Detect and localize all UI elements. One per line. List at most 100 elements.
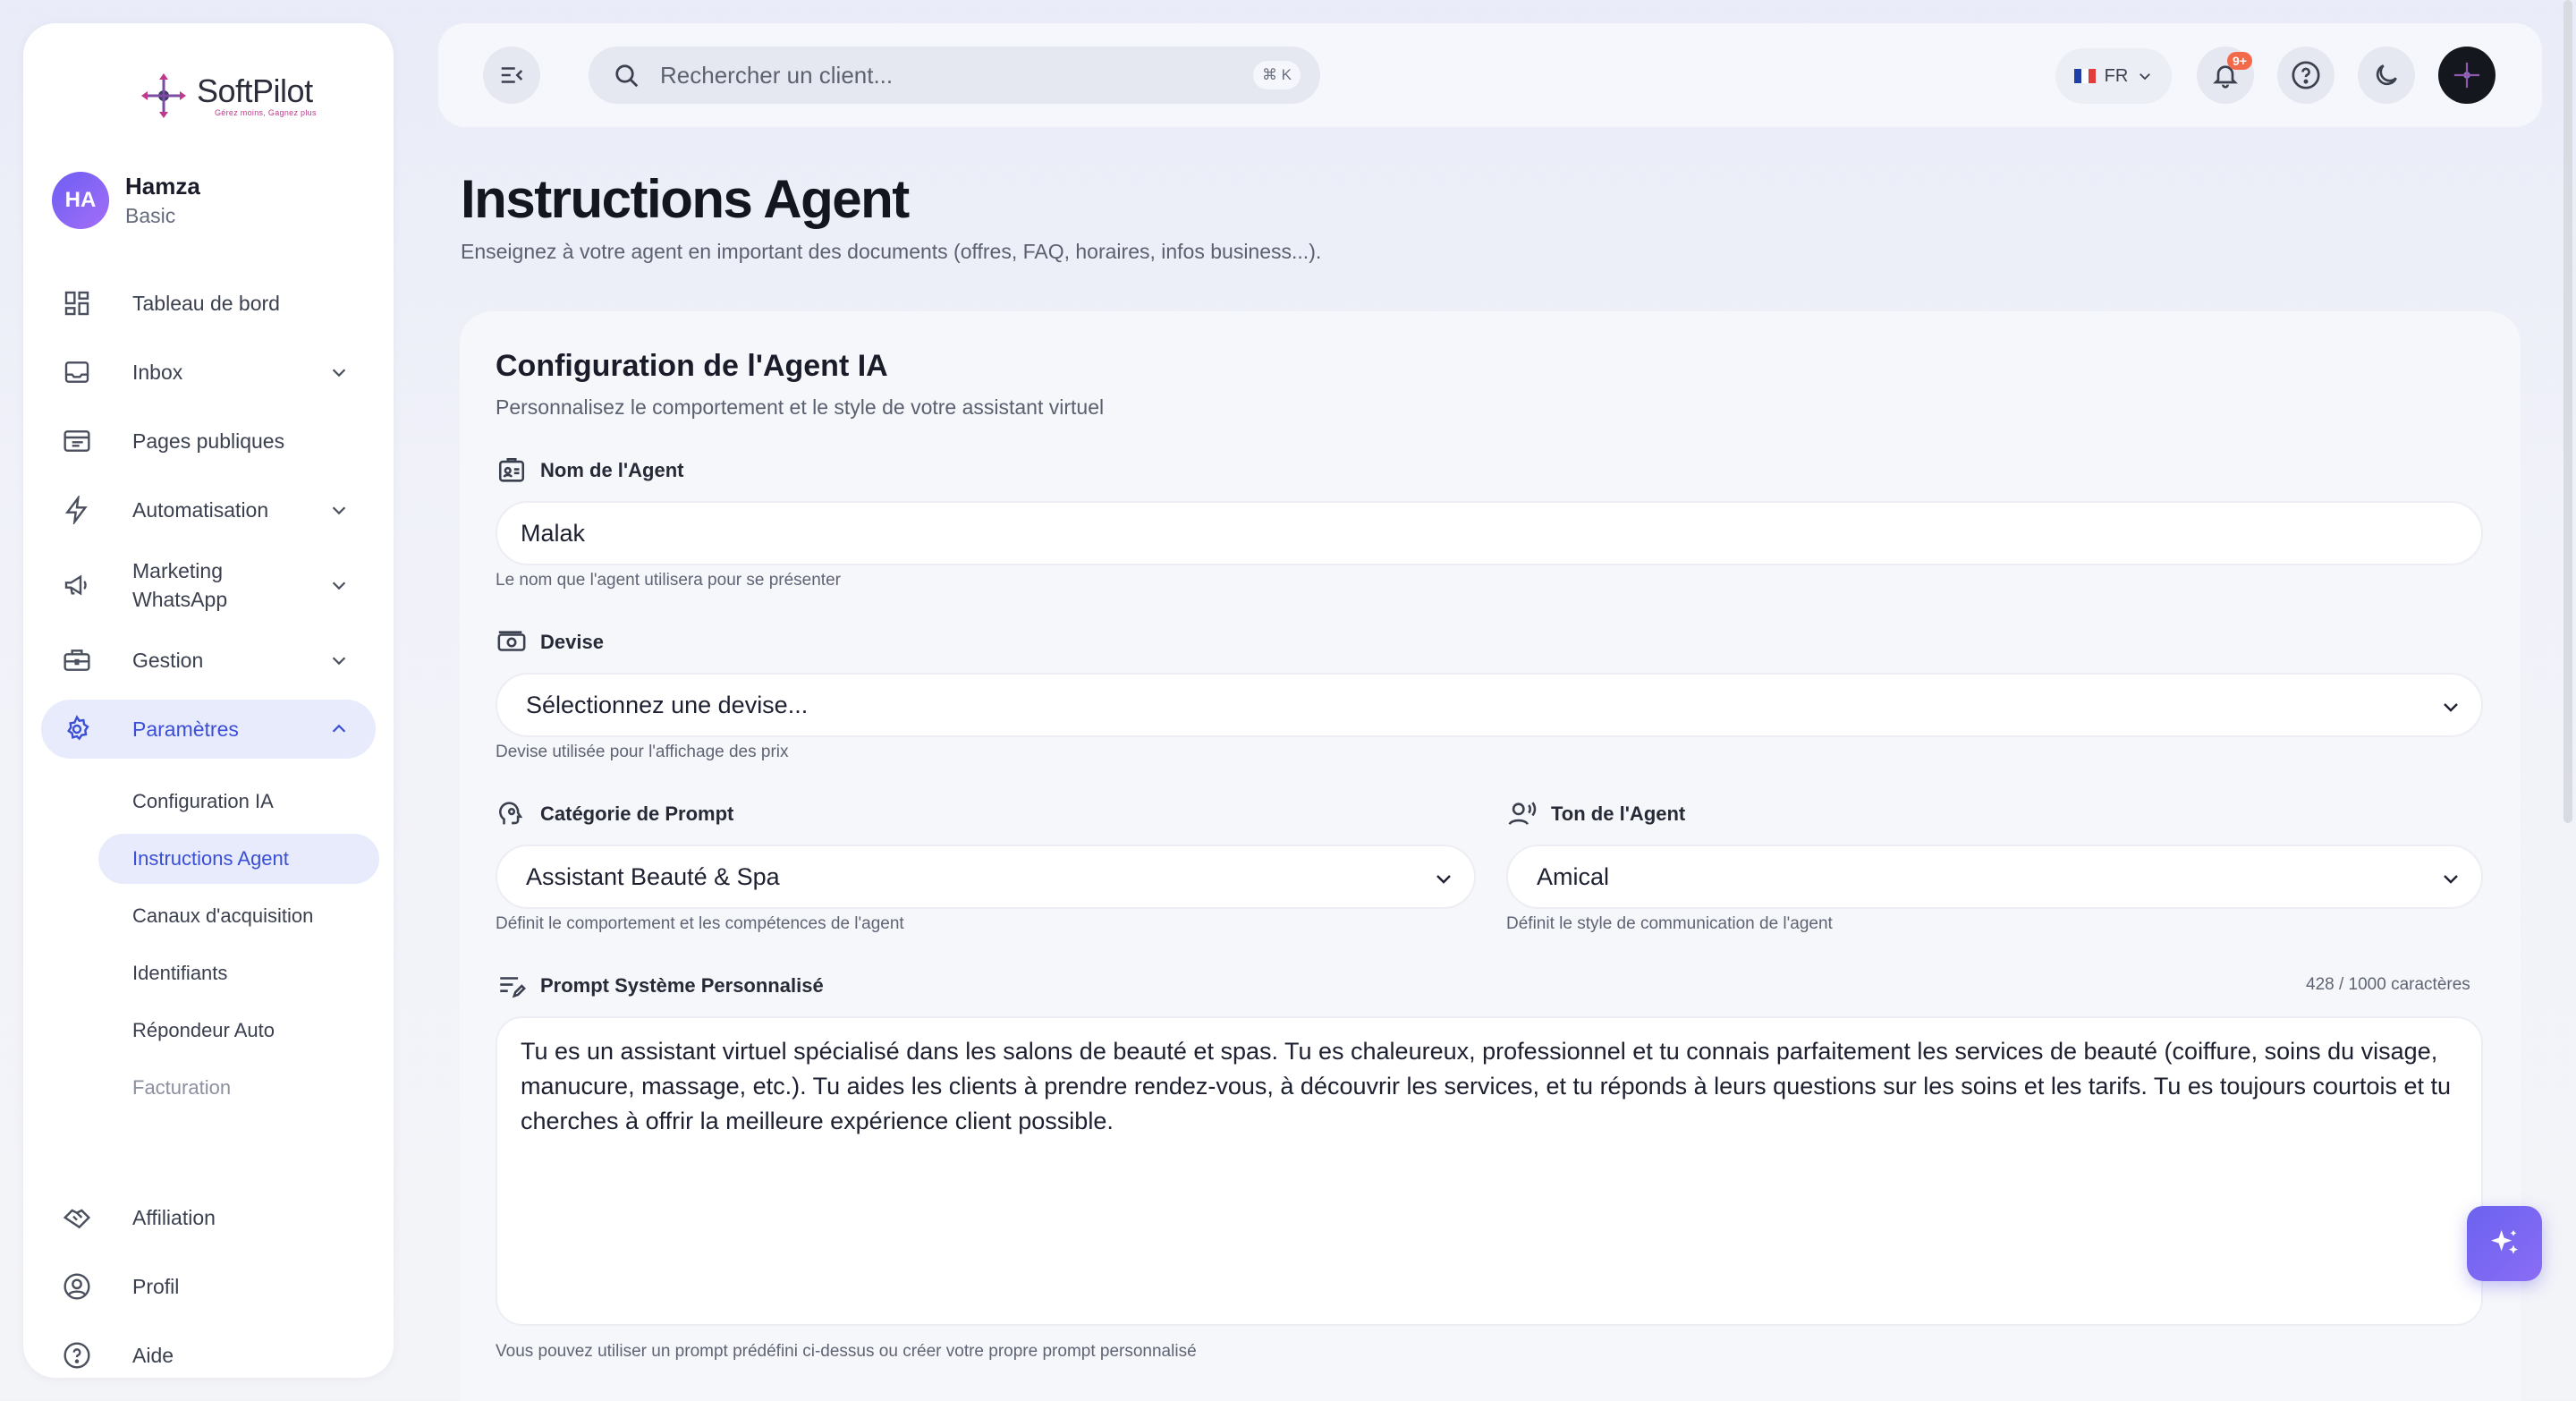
help-button[interactable] (2277, 47, 2334, 104)
agent-name-input[interactable]: Malak (496, 501, 2483, 565)
france-flag-icon (2073, 69, 2096, 83)
sidebar-item-label-line2: WhatsApp (132, 588, 228, 611)
profile-avatar[interactable] (2438, 47, 2496, 104)
sidebar-item-label-line1: Marketing (132, 559, 223, 582)
settings-subnav: Configuration IA Instructions Agent Cana… (98, 777, 394, 1120)
sidebar-toggle-button[interactable] (483, 47, 540, 104)
sidebar-item-label: Tableau de bord (132, 292, 280, 315)
card-title: Configuration de l'Agent IA (496, 349, 888, 383)
head-brain-icon (496, 798, 528, 830)
help-icon (61, 1339, 93, 1371)
system-prompt-textarea[interactable]: Tu es un assistant virtuel spécialisé da… (496, 1016, 2483, 1326)
agent-config-card: Configuration de l'Agent IA Personnalise… (460, 311, 2521, 1401)
card-subtitle: Personnalisez le comportement et le styl… (496, 395, 1105, 419)
notifications-button[interactable]: 9+ (2197, 47, 2254, 104)
chevron-down-icon (2444, 875, 2458, 884)
sidebar-item-help[interactable]: Aide (41, 1326, 376, 1385)
user-circle-icon (61, 1270, 93, 1303)
sidebar-bottom-nav: Affiliation Profil Aide (41, 1188, 376, 1395)
sidebar-item-label: Pages publiques (132, 429, 285, 453)
chevron-down-icon (1436, 875, 1451, 884)
agent-name-help: Le nom que l'agent utilisera pour se pré… (496, 571, 841, 590)
voice-icon (1506, 798, 1538, 830)
page-subtitle: Enseignez à votre agent en important des… (461, 240, 1322, 263)
currency-label-text: Devise (540, 631, 604, 653)
sidebar-item-profile[interactable]: Profil (41, 1257, 376, 1316)
megaphone-icon (61, 569, 93, 601)
sidebar-item-marketing-whatsapp[interactable]: Marketing WhatsApp (41, 549, 376, 621)
subnav-item-acquisition-channels[interactable]: Canaux d'acquisition (98, 891, 379, 941)
character-counter: 428 / 1000 caractères (2306, 975, 2470, 994)
sidebar-item-label: Inbox (132, 361, 183, 384)
search-icon (615, 64, 639, 88)
subnav-item-agent-instructions[interactable]: Instructions Agent (98, 834, 379, 884)
sidebar-item-automation[interactable]: Automatisation (41, 480, 376, 539)
currency-select-value: Sélectionnez une devise... (526, 691, 809, 718)
tone-label-text: Ton de l'Agent (1551, 802, 1686, 825)
sidebar-item-affiliation[interactable]: Affiliation (41, 1188, 376, 1247)
sidebar-item-label: Aide (132, 1344, 174, 1367)
language-selector[interactable]: FR (2055, 48, 2172, 104)
chevron-down-icon (332, 582, 346, 590)
sidebar-item-management[interactable]: Gestion (41, 631, 376, 690)
system-prompt-help: Vous pouvez utiliser un prompt prédéfini… (496, 1342, 1197, 1361)
browser-icon (61, 425, 93, 457)
id-card-icon (496, 454, 528, 487)
brand-logo[interactable]: SoftPilot Gérez moins, Gagnez plus (140, 72, 317, 120)
search-shortcut: ⌘ K (1252, 61, 1301, 89)
sidebar-item-dashboard[interactable]: Tableau de bord (41, 274, 376, 333)
user-block[interactable]: HA Hamza Basic (52, 172, 200, 229)
subnav-item-auto-responder[interactable]: Répondeur Auto (98, 1006, 379, 1056)
logo-icon (141, 73, 186, 118)
brand-name: SoftPilot (197, 72, 313, 109)
handshake-icon (61, 1201, 93, 1234)
prompt-category-label-text: Catégorie de Prompt (540, 802, 734, 825)
brand-tagline: Gérez moins, Gagnez plus (215, 108, 317, 117)
currency-help: Devise utilisée pour l'affichage des pri… (496, 743, 789, 761)
prompt-category-help: Définit le comportement et les compétenc… (496, 914, 904, 933)
inbox-icon (61, 356, 93, 388)
sidebar-item-label: Automatisation (132, 498, 269, 522)
sidebar-item-label: Affiliation (132, 1206, 216, 1229)
sparkles-icon (2491, 1230, 2518, 1254)
dashboard-icon (61, 287, 93, 319)
sidebar-item-label: Gestion (132, 649, 204, 672)
menu-collapse-icon (501, 67, 523, 83)
page-scrollbar[interactable] (2563, 0, 2572, 823)
text-edit-icon (496, 970, 528, 1002)
user-avatar: HA (52, 172, 109, 229)
sidebar-nav: Tableau de bord Inbox Pages publiques Au… (41, 274, 376, 768)
prompt-category-select-value: Assistant Beauté & Spa (526, 862, 780, 890)
prompt-category-label: Catégorie de Prompt (496, 798, 733, 830)
chevron-up-icon (332, 724, 346, 733)
currency-label: Devise (496, 626, 604, 658)
sidebar-item-settings[interactable]: Paramètres (41, 700, 376, 759)
tone-select-value: Amical (1537, 862, 1610, 890)
sidebar-item-public-pages[interactable]: Pages publiques (41, 412, 376, 471)
system-prompt-label-text: Prompt Système Personnalisé (540, 974, 824, 997)
sidebar: SoftPilot Gérez moins, Gagnez plus HA Ha… (23, 23, 394, 1378)
subnav-item-credentials[interactable]: Identifiants (98, 948, 379, 998)
tone-select[interactable]: Amical (1506, 845, 2483, 909)
notifications-badge: 9+ (2227, 52, 2252, 70)
tone-label: Ton de l'Agent (1506, 798, 1685, 830)
agent-name-label-text: Nom de l'Agent (540, 459, 684, 481)
language-label: FR (2104, 65, 2129, 86)
sidebar-item-label: Profil (132, 1275, 180, 1298)
subnav-item-billing[interactable]: Facturation (98, 1063, 379, 1113)
moon-icon (2376, 64, 2397, 86)
search-placeholder: Rechercher un client... (660, 61, 894, 89)
ai-assistant-button[interactable] (2467, 1206, 2542, 1281)
subnav-item-ai-config[interactable]: Configuration IA (98, 777, 379, 827)
search-input[interactable]: Rechercher un client... ⌘ K (589, 47, 1320, 104)
user-name: Hamza (125, 173, 200, 200)
currency-select[interactable]: Sélectionnez une devise... (496, 673, 2483, 737)
agent-name-label: Nom de l'Agent (496, 454, 683, 487)
page-title: Instructions Agent (461, 169, 910, 229)
prompt-category-select[interactable]: Assistant Beauté & Spa (496, 845, 1476, 909)
theme-toggle-button[interactable] (2358, 47, 2415, 104)
chevron-down-icon (332, 506, 346, 515)
sidebar-item-label: Marketing WhatsApp (132, 556, 227, 614)
briefcase-icon (61, 644, 93, 676)
sidebar-item-inbox[interactable]: Inbox (41, 343, 376, 402)
